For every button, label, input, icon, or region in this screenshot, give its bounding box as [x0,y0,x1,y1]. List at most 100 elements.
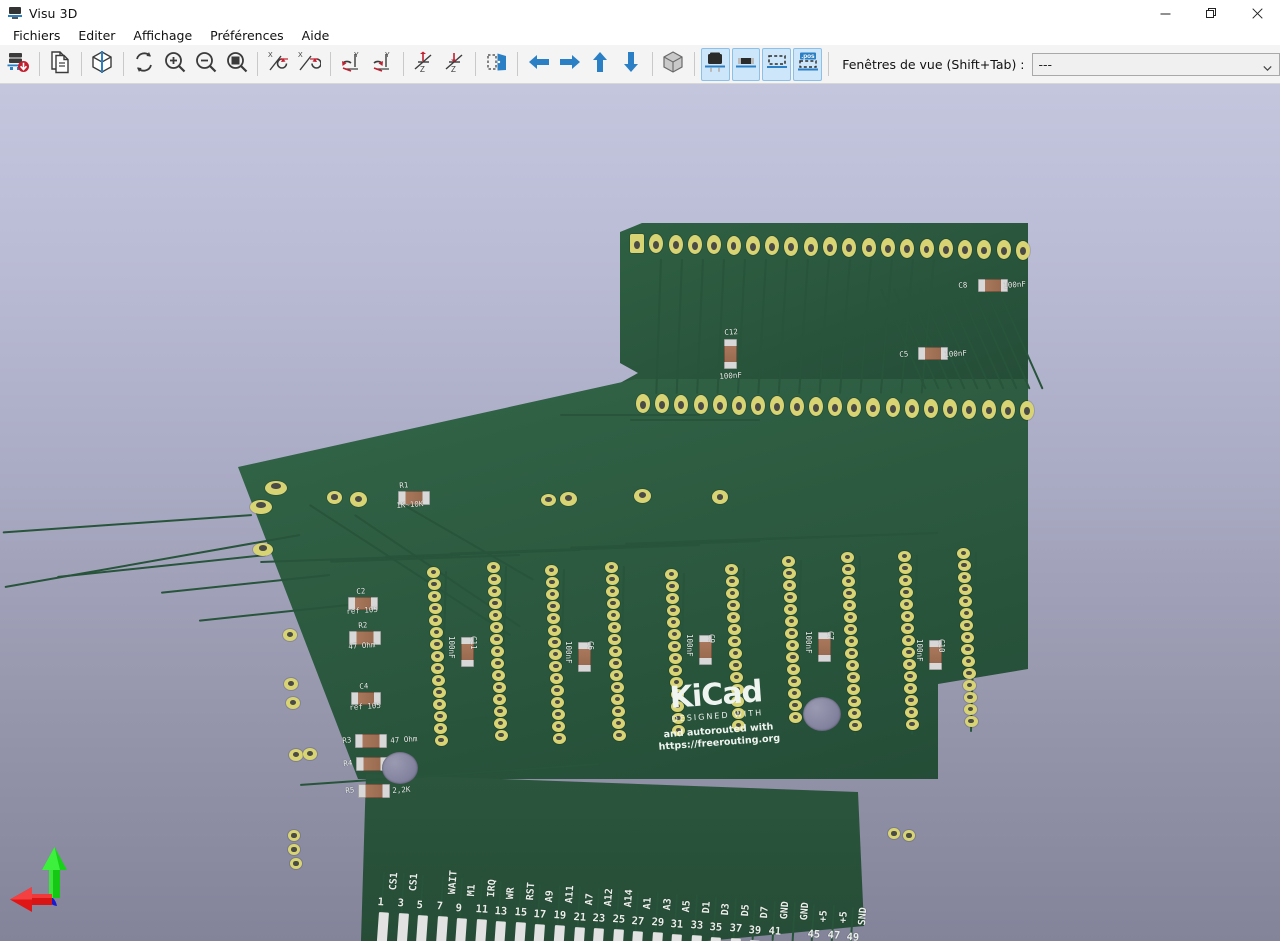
arrow-left-icon [527,50,551,78]
edge-connector-pin-number: 45 [807,927,821,941]
rotate-x-counterclockwise-button[interactable]: X [295,48,324,81]
edge-connector-pin-number: 9 [455,901,463,915]
viewports-select-value: --- [1038,56,1053,72]
edge-connector-pin-number: 15 [514,906,528,919]
rotate-z-cw-icon: Z [412,50,436,78]
zoom-in-button[interactable] [160,48,189,81]
edge-connector-labels: CS1 1 CS1 3 5 WAIT 7 M1 9 IRQ 11 WR 13 RST 15 A9 17 A11 19… [0,84,1280,941]
toolbar-separator [257,52,259,76]
edge-connector-pin-number: 49 [846,930,860,941]
rotate-y-counterclockwise-button[interactable]: Y [368,48,397,81]
toolbar-separator [402,52,404,76]
menu-editer[interactable]: Editer [69,27,124,45]
move-down-button[interactable] [617,48,646,81]
edge-connector-pin-number: 21 [572,910,587,924]
window-title: Visu 3D [29,5,78,21]
edge-connector-pin-label: A1 [642,896,654,910]
title-bar-left: Visu 3D [0,6,77,21]
arrow-down-icon [619,50,643,78]
move-left-button[interactable] [524,48,553,81]
viewports-select[interactable]: --- [1031,52,1280,76]
flip-board-icon [485,50,509,78]
edge-connector-pin-label: CS1 [407,873,420,893]
render-options-button[interactable] [88,48,117,81]
menu-fichiers[interactable]: Fichiers [4,27,69,45]
toolbar-separator [80,52,82,76]
edge-connector-pin-label: +5 [837,911,850,925]
pcb-scene: R1 1K~10K C2 ref 105 R2 47 Ohm C4 ref 105 R3 47 O… [0,84,1280,941]
rotate-z-ccw-icon: Z [443,50,467,78]
svg-text:Z: Z [451,65,456,74]
zoom-out-icon [194,50,218,78]
edge-connector-pin-number: 17 [533,907,548,921]
menu-preferences[interactable]: Préférences [201,27,293,45]
svg-text:X: X [298,52,303,59]
copy-image-button[interactable] [46,48,75,81]
toolbar-separator [38,52,40,76]
edge-connector-pin-label: A9 [544,889,557,903]
zoom-in-icon [163,50,187,78]
zoom-fit-icon [225,50,249,78]
rotate-y-clockwise-button[interactable]: Y [337,48,366,81]
kicad-logo: KiCad DESIGNED WITH and autorouted with … [640,674,795,755]
edge-connector-pin-number: 41 [768,925,782,938]
edge-connector-pin-number: 7 [435,900,443,913]
move-right-button[interactable] [555,48,584,81]
app-icon [8,6,22,20]
rotate-x-clockwise-button[interactable]: X [264,48,293,81]
menu-aide[interactable]: Aide [293,27,339,45]
arrow-up-icon [588,50,612,78]
axis-gizmo [8,846,98,931]
rotate-z-counterclockwise-button[interactable]: Z [441,48,470,81]
rotate-x-cw-icon: X [267,50,291,78]
edge-connector-pin-label: RST [524,882,538,901]
toolbar-separator [329,52,331,76]
chevron-down-icon [1263,61,1272,71]
zoom-fit-button[interactable] [222,48,251,81]
close-button[interactable] [1234,0,1280,26]
window-controls [1142,0,1280,26]
show-not-in-pos-models-button[interactable]: .pos [793,47,823,81]
edge-connector-pin-number: 29 [650,916,665,930]
refresh-button[interactable] [129,48,158,81]
svg-text:.pos: .pos [801,53,815,60]
show-smd-models-button[interactable] [731,47,761,81]
refresh-icon [132,50,156,78]
axis-y [42,847,67,898]
edge-connector-pin-label: CS1 [388,871,401,891]
flip-board-button[interactable] [482,48,511,81]
edge-connector-pin-label: GND [779,900,792,920]
edge-connector-pin-label: M1 [466,883,479,897]
3d-viewport[interactable]: R1 1K~10K C2 ref 105 R2 47 Ohm C4 ref 105 R3 47 O… [0,84,1280,941]
arrow-right-icon [558,50,582,78]
toolbar-separator [475,52,477,76]
rotate-y-ccw-icon: Y [370,50,394,78]
mounting-hole-right [803,697,841,731]
edge-connector-pin-number: 5 [416,898,424,912]
edge-connector-pin-label: D1 [700,901,713,914]
edge-connector-pin-number: 19 [553,909,567,922]
edge-connector-pin-number: 33 [689,919,704,933]
through-hole-model-icon [703,50,727,78]
move-up-button[interactable] [586,48,615,81]
show-3d-models-button[interactable] [659,48,688,81]
edge-connector-pin-number: 3 [396,897,404,910]
rotate-z-clockwise-button[interactable]: Z [410,48,439,81]
restore-button[interactable] [1188,0,1234,26]
edge-connector-pin-number: 27 [631,914,645,928]
show-virtual-models-button[interactable] [762,47,792,81]
edge-connector-pin-label: GND [798,902,811,922]
edge-connector-pin-label: A3 [661,898,674,912]
edge-connector-pin-label: D5 [739,904,752,917]
edge-connector-pin-number: 47 [826,929,841,941]
reload-board-button[interactable] [4,48,33,81]
edge-connector-pin-label: A14 [622,889,635,909]
rotate-x-ccw-icon: X [297,50,323,78]
board-reload-icon [6,50,30,78]
minimize-button[interactable] [1142,0,1188,26]
show-through-hole-models-button[interactable] [700,47,730,81]
zoom-out-button[interactable] [191,48,220,81]
edge-connector-pin-number: 31 [670,917,684,931]
viewports-label: Fenêtres de vue (Shift+Tab) : [842,56,1025,72]
menu-affichage[interactable]: Affichage [124,27,201,45]
